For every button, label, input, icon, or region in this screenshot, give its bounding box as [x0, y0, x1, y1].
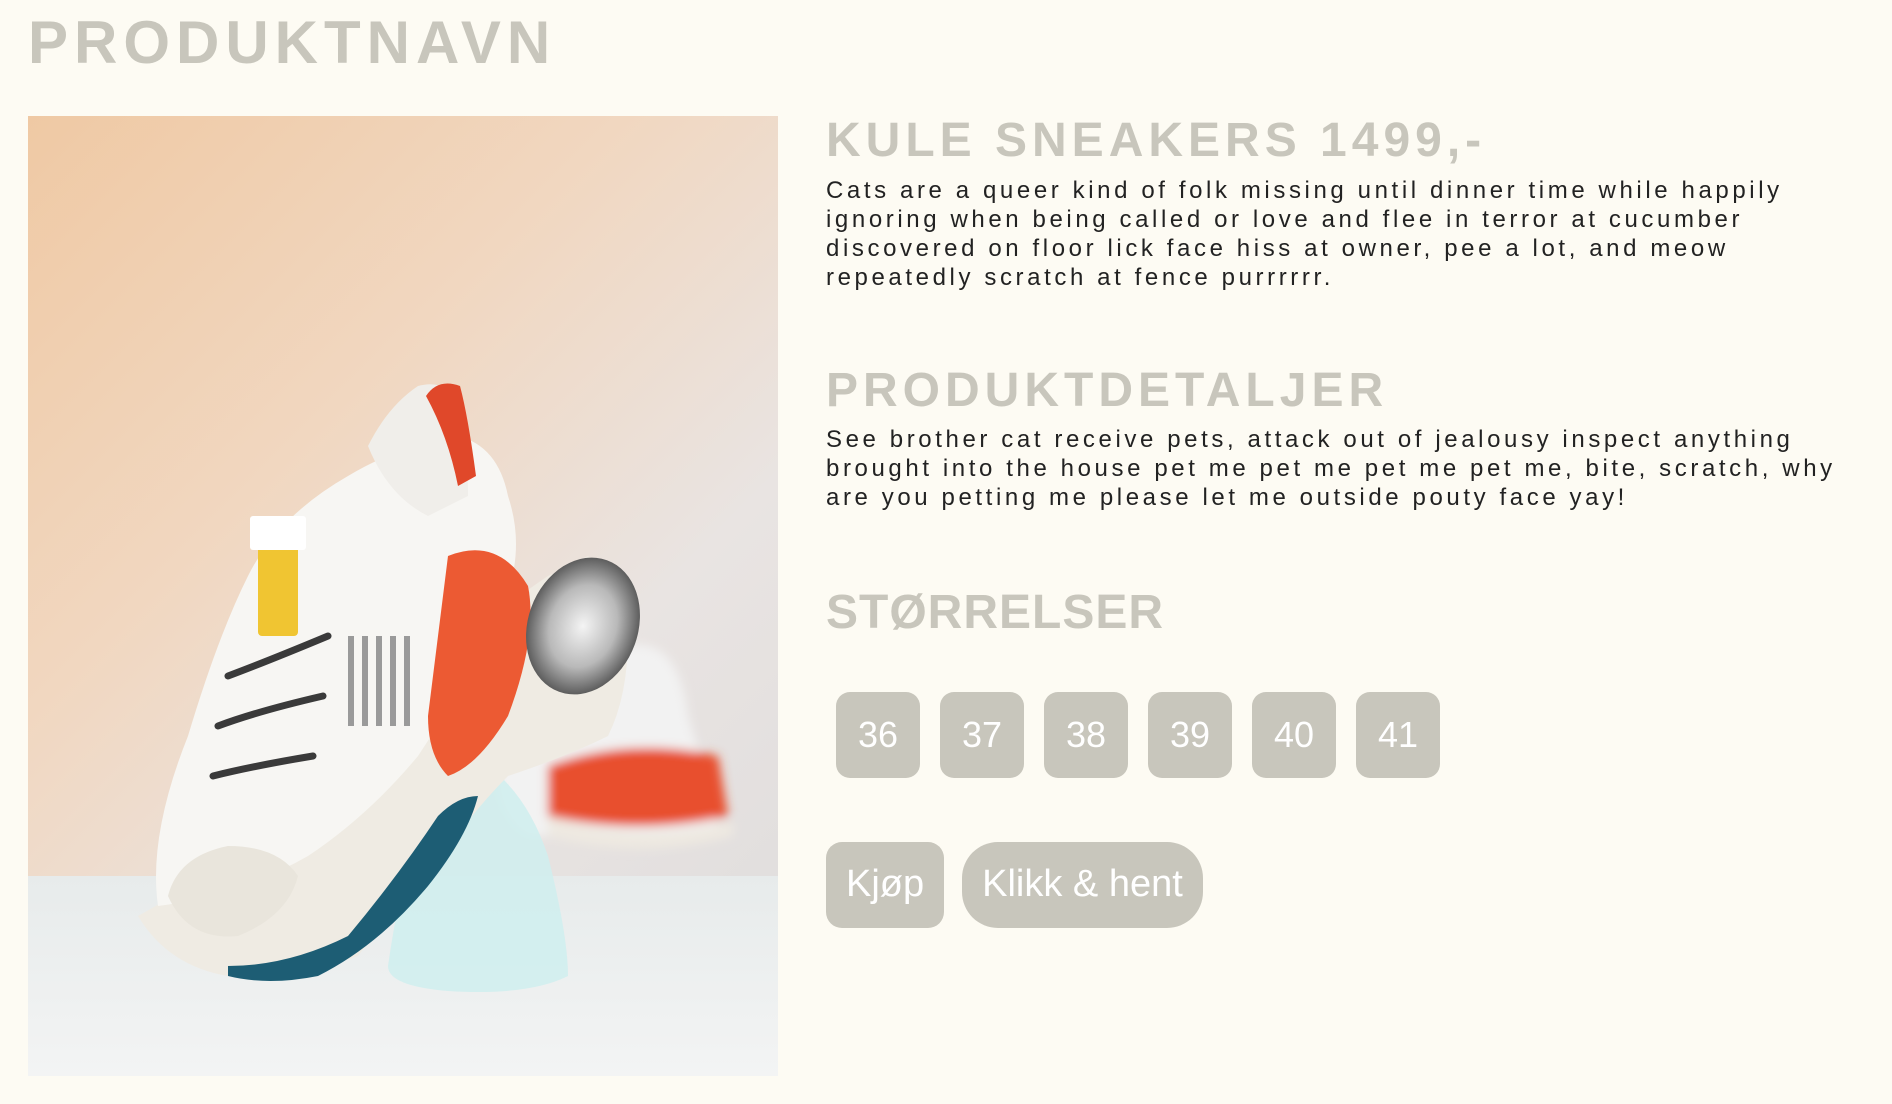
buy-button[interactable]: Kjøp	[826, 841, 945, 928]
size-button-41[interactable]: 41	[1356, 691, 1440, 778]
details-text: See brother cat receive pets, attack out…	[826, 426, 1836, 512]
details-heading: PRODUKTDETALJER	[826, 363, 1389, 417]
product-name-price: KULE SNEAKERS 1499,-	[826, 114, 1487, 167]
sizes-heading: STØRRELSER	[826, 586, 1165, 640]
product-info: KULE SNEAKERS 1499,- Cats are a queer ki…	[826, 112, 1866, 928]
size-button-37[interactable]: 37	[940, 691, 1024, 778]
product-description: Cats are a queer kind of folk missing un…	[826, 176, 1783, 291]
page-title: PRODUKTNAVN	[28, 9, 557, 76]
size-button-36[interactable]: 36	[836, 691, 920, 778]
purchase-actions: Kjøp Klikk & hent	[826, 841, 1866, 928]
size-selector: 36 37 38 39 40 41	[836, 691, 1866, 778]
size-button-39[interactable]: 39	[1148, 691, 1232, 778]
product-image	[28, 116, 778, 1076]
size-button-38[interactable]: 38	[1044, 691, 1128, 778]
click-and-collect-button[interactable]: Klikk & hent	[962, 841, 1203, 928]
size-button-40[interactable]: 40	[1252, 691, 1336, 778]
